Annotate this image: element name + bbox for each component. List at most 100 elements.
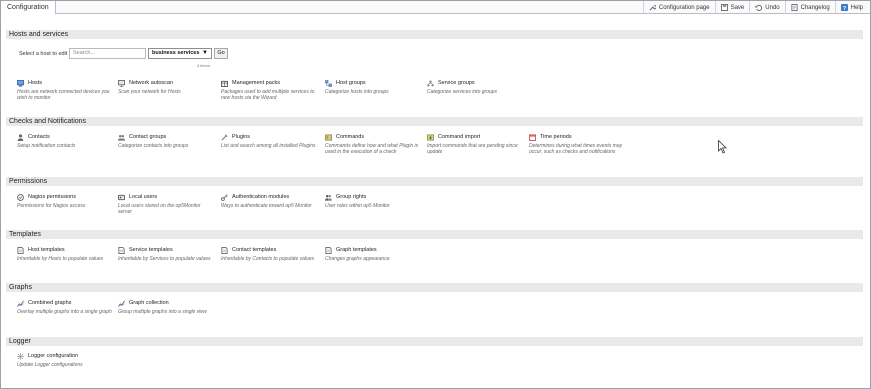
config-item-nagios-permissions[interactable]: Nagios permissions Permissions for Nagio… (17, 193, 113, 209)
save-label: Save (730, 4, 745, 11)
item-title: Hosts (28, 80, 43, 86)
config-item-service-groups[interactable]: Service groups Categorize services into … (427, 79, 523, 95)
config-item-commands[interactable]: Commands Commands define how and what Pl… (325, 133, 421, 155)
key-icon (221, 193, 228, 201)
go-button[interactable]: Go (214, 48, 228, 59)
item-title: Service templates (129, 247, 173, 253)
mouse-cursor-icon (718, 140, 727, 154)
network-icon (118, 79, 125, 87)
section-header-templates: Templates (6, 230, 863, 239)
help-button[interactable]: ? Help (834, 1, 868, 14)
item-description: Permissions for Nagios access (17, 203, 86, 209)
item-count: 4 items (197, 63, 210, 68)
item-title: Logger configuration (28, 353, 79, 359)
item-description: Group multiple graphs into a single view (118, 309, 207, 315)
section-header-permissions: Permissions (6, 177, 863, 186)
item-description: Update Logger configurations (17, 362, 83, 368)
template-icon (118, 246, 125, 254)
item-description: Hosts are network connected devices you … (17, 89, 110, 101)
group-rights-icon (325, 194, 332, 201)
config-item-management-packs[interactable]: Management packs Packages used to add mu… (221, 79, 317, 101)
config-item-authentication-modules[interactable]: Authentication modules Ways to authentic… (221, 193, 317, 209)
save-button[interactable]: Save (714, 1, 750, 14)
section-header-logger: Logger (6, 337, 863, 346)
config-item-graph-templates[interactable]: Graph templates Changes graphs appearanc… (325, 246, 421, 262)
template-icon (325, 246, 332, 254)
host-filter-value: business services (152, 50, 200, 56)
item-title: Group rights (336, 194, 367, 200)
item-title: Command import (438, 134, 481, 140)
config-item-logger-configuration[interactable]: Logger configuration Update Logger confi… (17, 352, 113, 368)
host-filter-select[interactable]: business services ▼ (148, 48, 212, 59)
template-icon (17, 246, 24, 254)
config-item-host-templates[interactable]: Host templates Inheritable by Hosts to p… (17, 246, 113, 262)
host-search-input[interactable]: Search... (69, 48, 146, 59)
config-item-group-rights[interactable]: Group rights User roles within op5 Monit… (325, 193, 421, 209)
item-description: Overlay multiple graphs into a single gr… (17, 309, 112, 315)
item-description: User roles within op5 Monitor (325, 203, 390, 209)
host-icon (17, 79, 24, 87)
undo-button[interactable]: Undo (749, 1, 784, 14)
section-header-graphs: Graphs (6, 283, 863, 292)
item-description: Inheritable by Contacts to populate valu… (221, 256, 315, 262)
item-description: Setup notification contacts (17, 143, 76, 149)
command-import-icon (427, 133, 434, 141)
item-title: Combined graphs (28, 300, 72, 306)
section-header-hosts-and-services: Hosts and services (6, 30, 863, 39)
configuration-page-button[interactable]: Configuration page (642, 1, 715, 14)
calendar-icon (529, 133, 536, 141)
contact-group-icon (118, 134, 125, 141)
contact-icon (17, 133, 24, 141)
item-title: Plugins (232, 134, 251, 140)
config-item-plugins[interactable]: Plugins List and search among all instal… (221, 133, 317, 149)
permission-icon (17, 193, 24, 201)
config-item-service-templates[interactable]: Service templates Inheritable by Service… (118, 246, 214, 262)
undo-label: Undo (765, 4, 780, 11)
config-item-contact-templates[interactable]: Contact templates Inheritable by Contact… (221, 246, 317, 262)
item-description: Changes graphs appearance (325, 256, 390, 262)
item-title: Graph templates (336, 247, 377, 253)
top-bar: Configuration Configuration page Save Un… (1, 1, 870, 14)
toolbar: Configuration page Save Undo Changelog ?… (642, 1, 868, 14)
config-item-graph-collection[interactable]: Graph collection Group multiple graphs i… (118, 299, 214, 315)
config-item-network-autoscan[interactable]: Network autoscan Scan your network for H… (118, 79, 214, 95)
section-header-checks-and-notifications: Checks and Notifications (6, 117, 863, 126)
undo-icon (755, 4, 763, 11)
item-title: Authentication modules (232, 194, 290, 200)
config-item-command-import[interactable]: Command import Import commands that are … (427, 133, 523, 155)
item-title: Contacts (28, 134, 50, 140)
item-title: Local users (129, 194, 158, 200)
save-icon (720, 4, 728, 11)
changelog-button[interactable]: Changelog (784, 1, 835, 14)
item-description: Inheritable by Hosts to populate values (17, 256, 104, 262)
item-description: Import commands that are pending since u… (427, 143, 518, 155)
wrench-icon (649, 5, 656, 11)
config-item-combined-graphs[interactable]: Combined graphs Overlay multiple graphs … (17, 299, 113, 315)
config-item-contacts[interactable]: Contacts Setup notification contacts (17, 133, 113, 149)
page-title: Configuration (1, 1, 56, 14)
config-item-hosts[interactable]: Hosts Hosts are network connected device… (17, 79, 113, 101)
item-description: Commands define how and what Plugin is u… (325, 143, 419, 155)
item-description: Determines during what times events may … (529, 143, 623, 155)
svg-text:?: ? (842, 6, 846, 11)
item-description: Inheritable by Services to populate valu… (118, 256, 211, 262)
config-item-time-periods[interactable]: Time periods Determines during what time… (529, 133, 625, 155)
help-icon: ? (840, 4, 848, 11)
service-group-icon (427, 79, 434, 86)
item-title: Graph collection (129, 300, 169, 306)
config-item-host-groups[interactable]: Host groups Categorize hosts into groups (325, 79, 421, 95)
item-description: Local users stored on the op5Monitor ser… (118, 203, 201, 215)
help-label: Help (850, 4, 863, 11)
item-description: Ways to authenticate toward op5 Monitor (221, 203, 312, 209)
item-description: Packages used to add multiple services t… (221, 89, 315, 101)
host-select-label: Select a host to edit (19, 51, 68, 57)
item-title: Nagios permissions (28, 194, 76, 200)
user-icon (118, 194, 125, 200)
item-description: List and search among all installed Plug… (221, 143, 316, 149)
config-item-contact-groups[interactable]: Contact groups Categorize contacts into … (118, 133, 214, 149)
item-title: Host groups (336, 80, 366, 86)
item-title: Host templates (28, 247, 65, 253)
host-group-icon (325, 79, 332, 87)
item-title: Network autoscan (129, 80, 174, 86)
config-item-local-users[interactable]: Local users Local users stored on the op… (118, 193, 214, 215)
